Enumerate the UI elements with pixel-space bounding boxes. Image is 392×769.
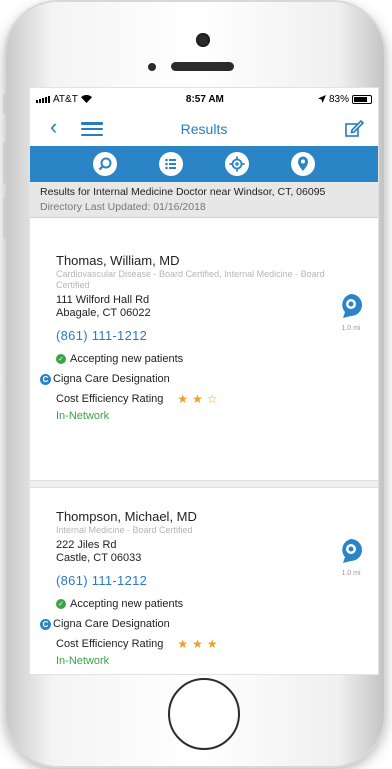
star-rating: ★★☆ xyxy=(177,392,222,406)
distance-label: 1.0 mi xyxy=(341,570,361,577)
card-divider xyxy=(30,480,378,488)
search-icon[interactable] xyxy=(93,152,117,176)
phone-home-button[interactable] xyxy=(168,678,240,750)
accepting-row: ✓ Accepting new patients xyxy=(56,349,378,369)
location-target-icon[interactable] xyxy=(225,152,249,176)
network-status: In-Network xyxy=(56,655,110,667)
distance-pin[interactable]: 1.0 mi xyxy=(338,293,364,332)
star-rating: ★★★ xyxy=(177,637,222,651)
rating-label: Cost Efficiency Rating xyxy=(56,638,164,650)
provider-name[interactable]: Thomas, William, MD xyxy=(56,253,378,268)
network-status: In-Network xyxy=(56,410,110,422)
provider-specialty: Internal Medicine - Board Certified xyxy=(56,525,193,535)
list-icon[interactable] xyxy=(159,152,183,176)
phone-sensor xyxy=(148,63,156,71)
result-card[interactable]: Thomas, William, MD Cardiovascular Disea… xyxy=(30,253,378,422)
designation-row: C Cigna Care Designation xyxy=(40,614,378,634)
phone-side-button xyxy=(3,197,6,239)
edit-icon[interactable] xyxy=(344,118,364,138)
map-marker-icon xyxy=(342,539,362,563)
address-line-1: 222 Jiles Rd xyxy=(56,539,117,551)
distance-label: 1.0 mi xyxy=(341,325,361,332)
signal-icon xyxy=(36,95,50,103)
phone-side-button xyxy=(3,142,6,184)
battery-percent: 83% xyxy=(328,93,349,105)
wifi-icon xyxy=(80,95,92,103)
checkmark-icon: ✓ xyxy=(56,599,66,609)
rating-label: Cost Efficiency Rating xyxy=(56,393,164,405)
address-line-1: 111 Wilford Hall Rd xyxy=(56,294,150,306)
provider-specialty: Cardiovascular Disease - Board Certified… xyxy=(56,269,325,290)
phone-side-button xyxy=(3,94,6,114)
designation-row: C Cigna Care Designation xyxy=(40,369,378,389)
page-title: Results xyxy=(180,121,228,137)
rating-row: Cost Efficiency Rating ★★☆ xyxy=(56,389,378,409)
phone-link[interactable]: (861) 111-1212 xyxy=(56,573,378,588)
carrier-label: AT&T xyxy=(53,93,78,105)
clock: 8:57 AM xyxy=(185,93,224,105)
directory-updated: Directory Last Updated: 01/16/2018 xyxy=(40,201,206,213)
results-banner: Results for Internal Medicine Doctor nea… xyxy=(30,182,378,218)
nav-bar: ‹ Results xyxy=(30,110,378,146)
battery-icon xyxy=(351,94,372,104)
designation-label: Cigna Care Designation xyxy=(53,373,170,385)
accepting-label: Accepting new patients xyxy=(70,353,184,365)
address-line-2: Castle, CT 06033 xyxy=(56,552,142,564)
address-line-2: Abagale, CT 06022 xyxy=(56,307,151,319)
distance-pin[interactable]: 1.0 mi xyxy=(338,538,364,577)
map-marker-icon xyxy=(342,294,362,318)
status-bar: AT&T 8:57 AM 83% xyxy=(30,88,378,110)
map-pin-icon[interactable] xyxy=(291,152,315,176)
result-card[interactable]: Thompson, Michael, MD Internal Medicine … xyxy=(30,509,378,667)
provider-name[interactable]: Thompson, Michael, MD xyxy=(56,509,378,524)
location-arrow-icon xyxy=(317,95,326,103)
cigna-care-icon: C xyxy=(40,618,51,630)
phone-link[interactable]: (861) 111-1212 xyxy=(56,328,378,343)
phone-camera xyxy=(196,33,210,47)
phone-speaker xyxy=(171,62,234,71)
app-screen: AT&T 8:57 AM 83% ‹ Results Results for I… xyxy=(29,87,379,675)
rating-row: Cost Efficiency Rating ★★★ xyxy=(56,634,378,654)
checkmark-icon: ✓ xyxy=(56,354,66,364)
action-toolbar xyxy=(30,146,378,182)
designation-label: Cigna Care Designation xyxy=(53,618,170,630)
results-summary: Results for Internal Medicine Doctor nea… xyxy=(40,186,326,198)
accepting-label: Accepting new patients xyxy=(70,598,184,610)
accepting-row: ✓ Accepting new patients xyxy=(56,594,378,614)
cigna-care-icon: C xyxy=(40,373,51,385)
